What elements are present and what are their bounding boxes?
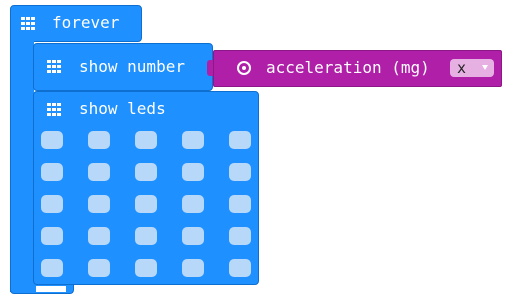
grid-icon	[47, 60, 62, 73]
led-cell[interactable]	[182, 163, 204, 181]
led-cell[interactable]	[41, 131, 63, 149]
led-cell[interactable]	[41, 227, 63, 245]
led-cell[interactable]	[182, 259, 204, 277]
led-cell[interactable]	[182, 195, 204, 213]
show-number-label: show number	[79, 57, 185, 76]
led-cell[interactable]	[88, 131, 110, 149]
led-cell[interactable]	[229, 227, 251, 245]
forever-block-arm	[10, 36, 34, 292]
led-cell[interactable]	[229, 259, 251, 277]
chevron-down-icon	[482, 65, 488, 70]
dimension-dropdown-value: x	[457, 59, 467, 77]
led-cell[interactable]	[88, 195, 110, 213]
led-cell[interactable]	[229, 163, 251, 181]
led-cell[interactable]	[88, 259, 110, 277]
forever-label: forever	[52, 13, 120, 32]
led-cell[interactable]	[229, 131, 251, 149]
led-cell[interactable]	[135, 195, 157, 213]
led-cell[interactable]	[135, 163, 157, 181]
led-cell[interactable]	[88, 227, 110, 245]
led-cell[interactable]	[182, 131, 204, 149]
led-cell[interactable]	[41, 259, 63, 277]
led-grid	[41, 131, 256, 279]
target-icon	[237, 61, 251, 75]
led-cell[interactable]	[229, 195, 251, 213]
acceleration-label: acceleration (mg)	[266, 58, 430, 77]
led-cell[interactable]	[135, 227, 157, 245]
grid-icon	[47, 103, 62, 116]
led-cell[interactable]	[41, 195, 63, 213]
grid-icon	[21, 17, 36, 30]
led-cell[interactable]	[135, 259, 157, 277]
led-cell[interactable]	[88, 163, 110, 181]
dimension-dropdown[interactable]: x	[450, 59, 494, 77]
forever-foot-notch	[36, 286, 66, 292]
led-cell[interactable]	[41, 163, 63, 181]
show-leds-label: show leds	[79, 99, 166, 118]
led-cell[interactable]	[135, 131, 157, 149]
led-cell[interactable]	[182, 227, 204, 245]
